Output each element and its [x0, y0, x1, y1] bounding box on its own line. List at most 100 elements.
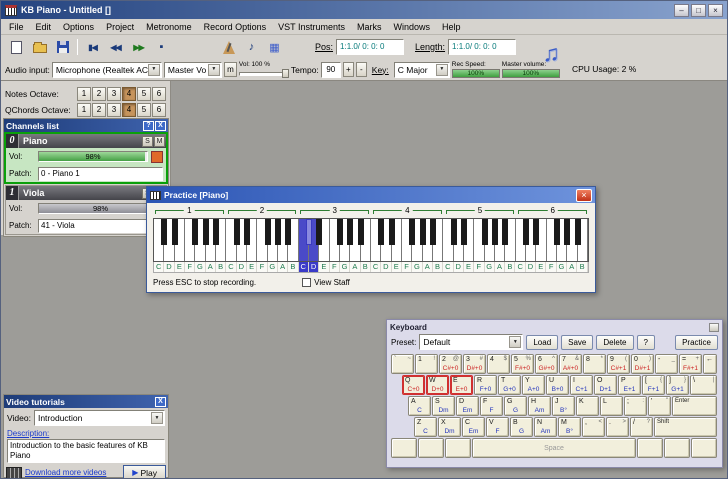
description-link[interactable]: Description:: [4, 428, 168, 438]
menu-item-options[interactable]: Options: [57, 21, 100, 33]
tempo-minus-button[interactable]: -: [356, 62, 367, 77]
key-'[interactable]: '": [648, 396, 671, 416]
delete-button[interactable]: Delete: [596, 335, 633, 350]
key-4[interactable]: 4$: [487, 354, 510, 374]
metronome-sound-button[interactable]: ♪: [240, 37, 263, 57]
channel-entry[interactable]: 1ViolaSMVol:98%Patch:41 - Viola: [5, 185, 167, 235]
black-key-C#5[interactable]: [451, 219, 457, 245]
black-key-A#3[interactable]: [358, 219, 364, 245]
octave-button-2[interactable]: 2: [92, 87, 106, 101]
key-7[interactable]: 7&A#+0: [559, 354, 582, 374]
menu-item-record-options[interactable]: Record Options: [198, 21, 273, 33]
octave-button-3[interactable]: 3: [107, 103, 121, 117]
tempo-field[interactable]: 90: [321, 62, 341, 78]
menu-item-marks[interactable]: Marks: [351, 21, 388, 33]
key-6[interactable]: 6^G#+0: [535, 354, 558, 374]
play-button[interactable]: ▶Play: [123, 465, 166, 479]
mute-master-button[interactable]: m: [224, 62, 237, 77]
title-bar[interactable]: KB Piano - Untitled [] – □ ×: [1, 1, 727, 19]
black-key-C#6[interactable]: [523, 219, 529, 245]
key-Y[interactable]: YA+0: [522, 375, 545, 395]
menu-item-metronome[interactable]: Metronome: [140, 21, 198, 33]
key-select[interactable]: C Major▼: [394, 62, 450, 78]
key-blank[interactable]: [391, 438, 417, 458]
close-button[interactable]: ×: [708, 4, 723, 17]
key-←[interactable]: ←: [703, 354, 717, 374]
key-W[interactable]: WD+0: [426, 375, 449, 395]
key-,[interactable]: ,<: [582, 417, 605, 437]
save-preset-button[interactable]: Save: [561, 335, 593, 350]
key-H[interactable]: HAm: [528, 396, 551, 416]
key-\[interactable]: \|: [690, 375, 717, 395]
fast-forward-button[interactable]: ▶▶: [127, 37, 150, 57]
black-key-C#2[interactable]: [234, 219, 240, 245]
tempo-plus-button[interactable]: +: [343, 62, 354, 77]
open-button[interactable]: [28, 37, 51, 57]
practice-button[interactable]: Practice: [675, 335, 718, 350]
black-key-A#4[interactable]: [430, 219, 436, 245]
key-A[interactable]: AC: [408, 396, 431, 416]
octave-button-6[interactable]: 6: [152, 103, 166, 117]
key-E[interactable]: EE+0: [450, 375, 473, 395]
black-key-G#6[interactable]: [564, 219, 570, 245]
octave-button-3[interactable]: 3: [107, 87, 121, 101]
save-button[interactable]: [51, 37, 74, 57]
skip-start-button[interactable]: ▮◀: [81, 37, 104, 57]
key-I[interactable]: IC+1: [570, 375, 593, 395]
black-key-A#6[interactable]: [575, 219, 581, 245]
solo-button[interactable]: S: [142, 136, 153, 147]
key-blank[interactable]: [445, 438, 471, 458]
key-label[interactable]: Key:: [372, 65, 389, 75]
black-key-C#3[interactable]: [306, 219, 312, 245]
key-J[interactable]: JB°: [552, 396, 575, 416]
black-key-G#2[interactable]: [275, 219, 281, 245]
channel-volume-slider[interactable]: 98%: [38, 151, 148, 162]
practice-close-button[interactable]: ×: [576, 189, 592, 202]
black-key-D#2[interactable]: [244, 219, 250, 245]
new-file-button[interactable]: [5, 37, 28, 57]
octave-button-4[interactable]: 4: [122, 103, 136, 117]
practice-titlebar[interactable]: Practice [Piano] ×: [147, 187, 595, 203]
octave-button-6[interactable]: 6: [152, 87, 166, 101]
black-key-F#6[interactable]: [554, 219, 560, 245]
octave-button-1[interactable]: 1: [77, 87, 91, 101]
octave-button-1[interactable]: 1: [77, 103, 91, 117]
black-key-G#5[interactable]: [492, 219, 498, 245]
key-Q[interactable]: QC+0: [402, 375, 425, 395]
black-key-D#6[interactable]: [533, 219, 539, 245]
black-key-D#4[interactable]: [389, 219, 395, 245]
key-Z[interactable]: ZC: [414, 417, 437, 437]
channels-help-button[interactable]: ?: [143, 121, 154, 131]
key-9[interactable]: 9(C#+1: [607, 354, 630, 374]
length-label[interactable]: Length:: [415, 42, 445, 52]
octave-button-5[interactable]: 5: [137, 103, 151, 117]
menu-item-edit[interactable]: Edit: [30, 21, 58, 33]
key-][interactable]: ]}G+1: [666, 375, 689, 395]
key-O[interactable]: OD+1: [594, 375, 617, 395]
key-8[interactable]: 8*: [583, 354, 606, 374]
key-M[interactable]: MB°: [558, 417, 581, 437]
slider-thumb[interactable]: [282, 69, 289, 78]
key-;[interactable]: ;:: [624, 396, 647, 416]
black-key-C#4[interactable]: [378, 219, 384, 245]
video-select[interactable]: Introduction▼: [34, 410, 165, 426]
black-key-F#1[interactable]: [192, 219, 198, 245]
key-5[interactable]: 5%F#+0: [511, 354, 534, 374]
key-Shift[interactable]: Shift: [654, 417, 717, 437]
octave-button-5[interactable]: 5: [137, 87, 151, 101]
key-U[interactable]: UB+0: [546, 375, 569, 395]
black-key-G#1[interactable]: [203, 219, 209, 245]
key-N[interactable]: NAm: [534, 417, 557, 437]
key-C[interactable]: CEm: [462, 417, 485, 437]
key-F[interactable]: FF: [480, 396, 503, 416]
key-V[interactable]: VF: [486, 417, 509, 437]
key-blank[interactable]: [418, 438, 444, 458]
black-key-F#3[interactable]: [337, 219, 343, 245]
black-key-D#1[interactable]: [172, 219, 178, 245]
octave-button-2[interactable]: 2: [92, 103, 106, 117]
black-key-C#1[interactable]: [161, 219, 167, 245]
key-L[interactable]: L: [600, 396, 623, 416]
key-2[interactable]: 2@C#+0: [439, 354, 462, 374]
key-D[interactable]: DEm: [456, 396, 479, 416]
key-Space[interactable]: Space: [472, 438, 636, 458]
